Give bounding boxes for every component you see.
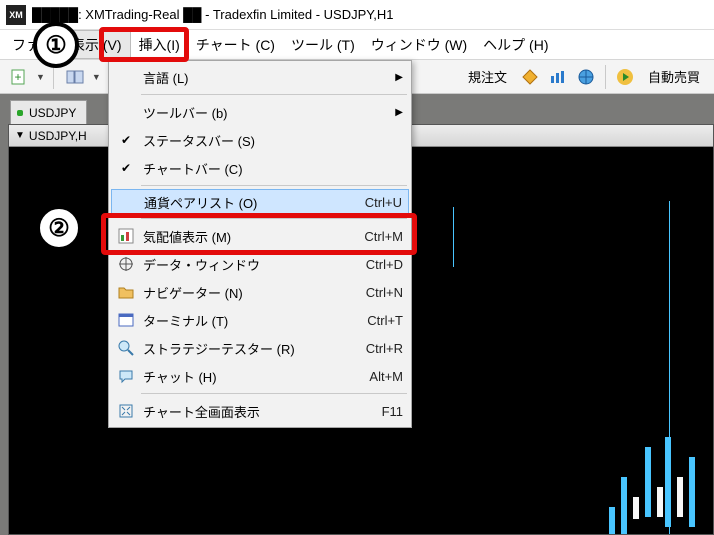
market-watch-icon [118, 228, 134, 244]
new-chart-button[interactable]: + [6, 64, 32, 90]
menu-item-strategy-tester[interactable]: ストラテジーテスター (R) Ctrl+R [111, 334, 409, 362]
menu-chart[interactable]: チャート (C) [188, 30, 283, 59]
menu-item-label: チャート全画面表示 [139, 402, 347, 421]
menu-item-label: 言語 (L) [139, 68, 389, 87]
menu-separator [141, 218, 407, 219]
new-order-label-partial[interactable]: 規注文 [460, 67, 515, 86]
view-menu-dropdown: 言語 (L) ▶ ツールバー (b) ▶ ✔ ステータスバー (S) ✔ チャー… [108, 60, 412, 428]
check-icon: ✔ [121, 133, 131, 147]
candle [657, 487, 663, 517]
crosshair-icon [118, 256, 134, 272]
title-account-masked: █████ [32, 7, 78, 22]
folder-icon [118, 284, 134, 300]
menu-item-label: ストラテジーテスター (R) [139, 339, 347, 358]
toolbar-separator [605, 65, 606, 89]
document-tab[interactable]: USDJPY [10, 100, 87, 124]
globe-icon [577, 68, 595, 86]
candle-wick [453, 207, 454, 267]
menu-bar: ファイ 表示 (V) 挿入(I) チャート (C) ツール (T) ウィンドウ … [0, 30, 714, 60]
autotrade-icon [616, 68, 634, 86]
menu-item-label: ナビゲーター (N) [139, 283, 347, 302]
menu-item-label: ステータスバー (S) [139, 131, 347, 150]
market-button[interactable] [573, 64, 599, 90]
folder-list-icon [66, 68, 84, 86]
menu-item-shortcut: Ctrl+R [347, 341, 403, 356]
candle [609, 507, 615, 534]
dropdown-caret-icon[interactable]: ▼ [92, 72, 101, 82]
menu-item-terminal[interactable]: ターミナル (T) Ctrl+T [111, 306, 409, 334]
menu-item-fullscreen[interactable]: チャート全画面表示 F11 [111, 397, 409, 425]
chevron-down-icon: ▼ [15, 130, 25, 141]
menu-insert[interactable]: 挿入(I) [131, 30, 188, 59]
menu-view[interactable]: 表示 (V) [62, 30, 131, 59]
plus-doc-icon: + [10, 68, 28, 86]
profiles-button[interactable] [62, 64, 88, 90]
candle [621, 477, 627, 534]
toolbar-separator [53, 65, 54, 89]
menu-item-toolbars[interactable]: ツールバー (b) ▶ [111, 98, 409, 126]
menu-item-market-watch[interactable]: 気配値表示 (M) Ctrl+M [111, 222, 409, 250]
candle [689, 457, 695, 527]
candle [665, 437, 671, 527]
candle [645, 447, 651, 517]
menu-item-label: データ・ウィンドウ [139, 255, 347, 274]
fullscreen-icon [118, 403, 134, 419]
autotrade-label[interactable]: 自動売買 [640, 67, 708, 86]
autotrade-button[interactable] [612, 64, 638, 90]
menu-item-chartbar[interactable]: ✔ チャートバー (C) [111, 154, 409, 182]
chart-window-title: USDJPY,H [29, 129, 87, 143]
menu-separator [141, 393, 407, 394]
menu-item-navigator[interactable]: ナビゲーター (N) Ctrl+N [111, 278, 409, 306]
title-server: : XMTrading-Real ██ - Tradexfin Limited … [78, 7, 393, 22]
menu-item-label: ターミナル (T) [139, 311, 347, 330]
menu-separator [141, 185, 407, 186]
magnify-chart-icon [118, 340, 134, 356]
menu-item-label: ツールバー (b) [139, 103, 389, 122]
candle [633, 497, 639, 519]
menu-item-label: チャートバー (C) [139, 159, 347, 178]
menu-item-chat[interactable]: チャット (H) Alt+M [111, 362, 409, 390]
check-icon: ✔ [121, 161, 131, 175]
app-icon: XM [6, 5, 26, 25]
signals-button[interactable] [545, 64, 571, 90]
status-dot-icon [17, 110, 23, 116]
terminal-icon [118, 312, 134, 328]
submenu-arrow-icon: ▶ [395, 72, 403, 83]
candle [677, 477, 683, 517]
menu-item-shortcut: Alt+M [347, 369, 403, 384]
menu-item-shortcut: Ctrl+N [347, 285, 403, 300]
menu-item-language[interactable]: 言語 (L) ▶ [111, 63, 409, 91]
svg-text:+: + [14, 70, 21, 84]
menu-help[interactable]: ヘルプ (H) [475, 30, 556, 59]
menu-item-label: 気配値表示 (M) [139, 227, 347, 246]
menu-item-shortcut: Ctrl+T [347, 313, 403, 328]
menu-tools[interactable]: ツール (T) [283, 30, 363, 59]
menu-item-symbols[interactable]: 通貨ペアリスト (O) Ctrl+U [111, 189, 409, 215]
menu-item-label: チャット (H) [139, 367, 347, 386]
menu-file[interactable]: ファイ [4, 30, 62, 59]
chat-icon [118, 368, 134, 384]
menu-item-shortcut: Ctrl+D [347, 257, 403, 272]
menu-item-shortcut: Ctrl+M [347, 229, 403, 244]
menu-item-statusbar[interactable]: ✔ ステータスバー (S) [111, 126, 409, 154]
title-bar: XM █████ : XMTrading-Real ██ - Tradexfin… [0, 0, 714, 30]
menu-item-data-window[interactable]: データ・ウィンドウ Ctrl+D [111, 250, 409, 278]
menu-item-label: 通貨ペアリスト (O) [140, 193, 346, 212]
document-tab-label: USDJPY [29, 106, 76, 120]
diamond-icon [521, 68, 539, 86]
chart-icon [549, 68, 567, 86]
menu-item-shortcut: F11 [347, 404, 403, 419]
menu-window[interactable]: ウィンドウ (W) [363, 30, 475, 59]
submenu-arrow-icon: ▶ [395, 107, 403, 118]
menu-item-shortcut: Ctrl+U [346, 195, 402, 210]
dropdown-caret-icon[interactable]: ▼ [36, 72, 45, 82]
menu-separator [141, 94, 407, 95]
metaquotes-button[interactable] [517, 64, 543, 90]
